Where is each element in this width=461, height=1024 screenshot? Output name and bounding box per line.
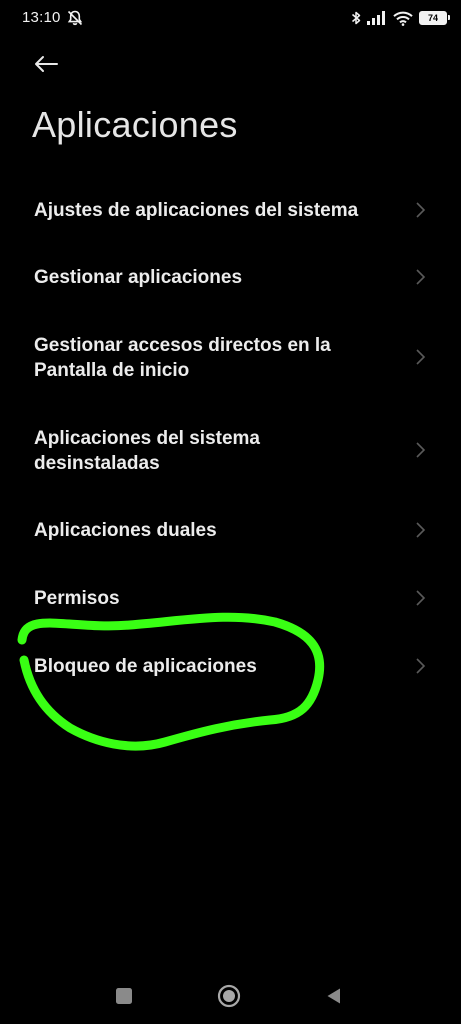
chevron-right-icon	[416, 349, 426, 365]
recents-button[interactable]	[112, 984, 136, 1008]
list-item-sistema-desinstaladas[interactable]: Aplicaciones del sistema desinstaladas	[0, 404, 461, 496]
bluetooth-icon	[352, 11, 361, 25]
list-item-label: Aplicaciones del sistema desinstaladas	[34, 428, 260, 474]
list-item-ajustes-sistema[interactable]: Ajustes de aplicaciones del sistema	[0, 176, 461, 244]
chevron-right-icon	[416, 442, 426, 458]
list-item-label: Gestionar aplicaciones	[34, 267, 243, 288]
list-item-label: Permisos	[34, 588, 120, 609]
list-item-label: Aplicaciones duales	[34, 520, 217, 541]
battery-icon: 74	[419, 11, 450, 25]
chevron-right-icon	[416, 269, 426, 285]
signal-icon	[367, 11, 385, 25]
status-bar: 13:10 74	[0, 0, 461, 36]
list-item-aplicaciones-duales[interactable]: Aplicaciones duales	[0, 496, 461, 564]
navigation-bar	[0, 976, 461, 1016]
list-item-label: Bloqueo de aplicaciones	[34, 656, 257, 677]
home-button[interactable]	[217, 984, 241, 1008]
page-title: Aplicaciones	[32, 104, 238, 145]
list-item-gestionar-aplicaciones[interactable]: Gestionar aplicaciones	[0, 244, 461, 312]
dnd-off-icon	[67, 10, 83, 26]
wifi-icon	[393, 11, 413, 26]
home-circle-icon	[217, 984, 241, 1008]
arrow-left-icon	[35, 56, 58, 72]
list-item-label: Gestionar accesos directos en la Pantall…	[34, 335, 331, 381]
list-item-bloqueo-aplicaciones[interactable]: Bloqueo de aplicaciones	[0, 632, 461, 700]
recents-square-icon	[116, 988, 132, 1004]
chevron-right-icon	[416, 202, 426, 218]
back-triangle-icon	[327, 988, 340, 1004]
chevron-right-icon	[416, 522, 426, 538]
status-icons: 74	[351, 8, 450, 28]
list-item-accesos-directos[interactable]: Gestionar accesos directos en la Pantall…	[0, 312, 461, 404]
chevron-right-icon	[416, 658, 426, 674]
chevron-right-icon	[416, 590, 426, 606]
back-button[interactable]	[30, 48, 62, 80]
list-item-permisos[interactable]: Permisos	[0, 564, 461, 632]
list-item-label: Ajustes de aplicaciones del sistema	[34, 200, 359, 221]
battery-level: 74	[427, 12, 438, 23]
status-time: 13:10	[22, 9, 61, 26]
back-nav-button[interactable]	[322, 984, 346, 1008]
